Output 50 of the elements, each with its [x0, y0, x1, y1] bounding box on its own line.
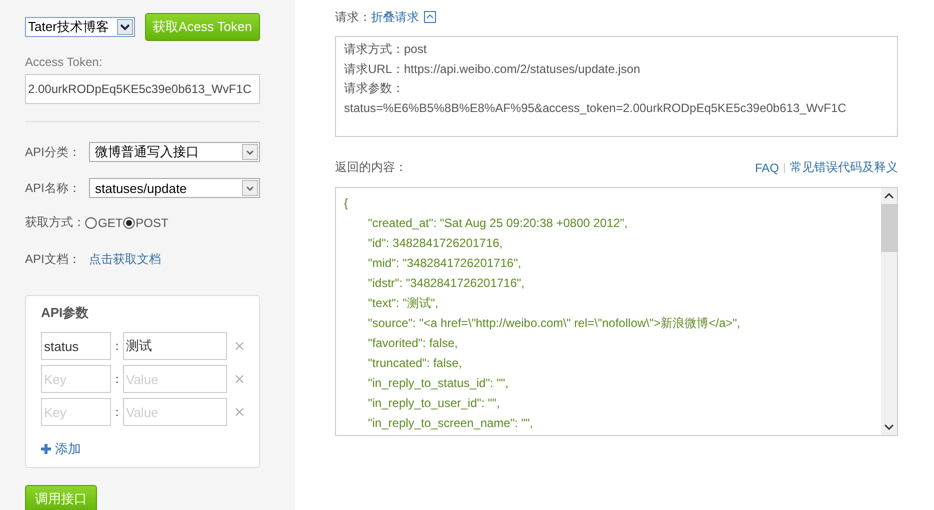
key-field[interactable]: status: [41, 332, 111, 360]
method-radio[interactable]: GET: [85, 216, 123, 230]
category-label: API分类：: [25, 144, 82, 160]
scrollbar[interactable]: [881, 188, 897, 435]
json-line: "source": "<a href=\"http://weibo.com\" rel=\"nofollow\">新浪微博</a>",: [368, 315, 740, 332]
response-label: 返回的内容：: [335, 159, 407, 176]
doc-link[interactable]: 点击获取文档: [89, 251, 161, 268]
close-icon[interactable]: [235, 407, 244, 417]
json-line: "idstr": "3482841726201716",: [368, 275, 524, 292]
close-icon[interactable]: [235, 374, 244, 384]
separator-text: ：: [111, 404, 123, 420]
params-title: API参数: [41, 304, 90, 322]
json-line: "in_reply_to_status_id": "",: [368, 375, 508, 392]
close-icon[interactable]: [235, 341, 244, 351]
scroll-thumb[interactable]: [881, 204, 897, 252]
json-line: "created_at": "Sat Aug 25 09:20:38 +0800 2012",: [368, 215, 628, 232]
value-field[interactable]: 测试: [123, 332, 227, 360]
json-line: "id": 3482841726201716,: [368, 235, 503, 252]
help-link[interactable]: 常见错误代码及释义: [790, 159, 898, 176]
api-name-dropdown[interactable]: statuses/update: [89, 178, 260, 198]
request-line: 请求方式：post: [344, 41, 428, 58]
json-line: "favorited": false,: [368, 335, 458, 352]
json-line: "mid": "3482841726201716",: [368, 255, 522, 272]
token-label: Access Token:: [25, 55, 104, 69]
request-line: 请求URL：https://api.weibo.com/2/statuses/update.json: [344, 60, 642, 78]
json-line: "text": "测试",: [368, 295, 438, 312]
json-line: "truncated": false,: [368, 355, 462, 372]
add-link[interactable]: 添加: [41, 440, 81, 458]
caret-icon: [242, 180, 258, 196]
request-line: 请求参数：: [344, 80, 405, 97]
caret-icon: [116, 19, 133, 35]
plus-icon: [41, 444, 51, 454]
request-line: status=%E6%B5%8B%E8%AF%95&access_token=2.00urkRODpEq5KE5c39e0b613_WvF1C: [344, 100, 848, 116]
collapse-link[interactable]: 折叠请求: [371, 8, 419, 26]
json-line: "in_reply_to_screen_name": "",: [368, 415, 534, 432]
json-line: "in_reply_to_user_id": "",: [368, 395, 500, 412]
json-line: {: [344, 195, 348, 212]
app-dropdown[interactable]: Tater技术博客: [25, 17, 135, 37]
separator-text: ：: [111, 338, 123, 354]
separator-text: ：: [111, 370, 123, 388]
help-link[interactable]: FAQ: [754, 160, 779, 174]
collapse-icon[interactable]: [424, 11, 436, 23]
category-dropdown[interactable]: 微博普通写入接口: [89, 142, 260, 162]
method-label: 获取方式：: [25, 214, 85, 231]
api-name-label: API名称：: [25, 180, 82, 196]
request-label: 请求：: [335, 8, 371, 26]
token-field[interactable]: 2.00urkRODpEq5KE5c39e0b613_WvF1C: [25, 74, 260, 104]
doc-label: API文档：: [25, 251, 82, 268]
method-radio[interactable]: POST: [122, 216, 168, 230]
caret-icon: [242, 144, 258, 160]
